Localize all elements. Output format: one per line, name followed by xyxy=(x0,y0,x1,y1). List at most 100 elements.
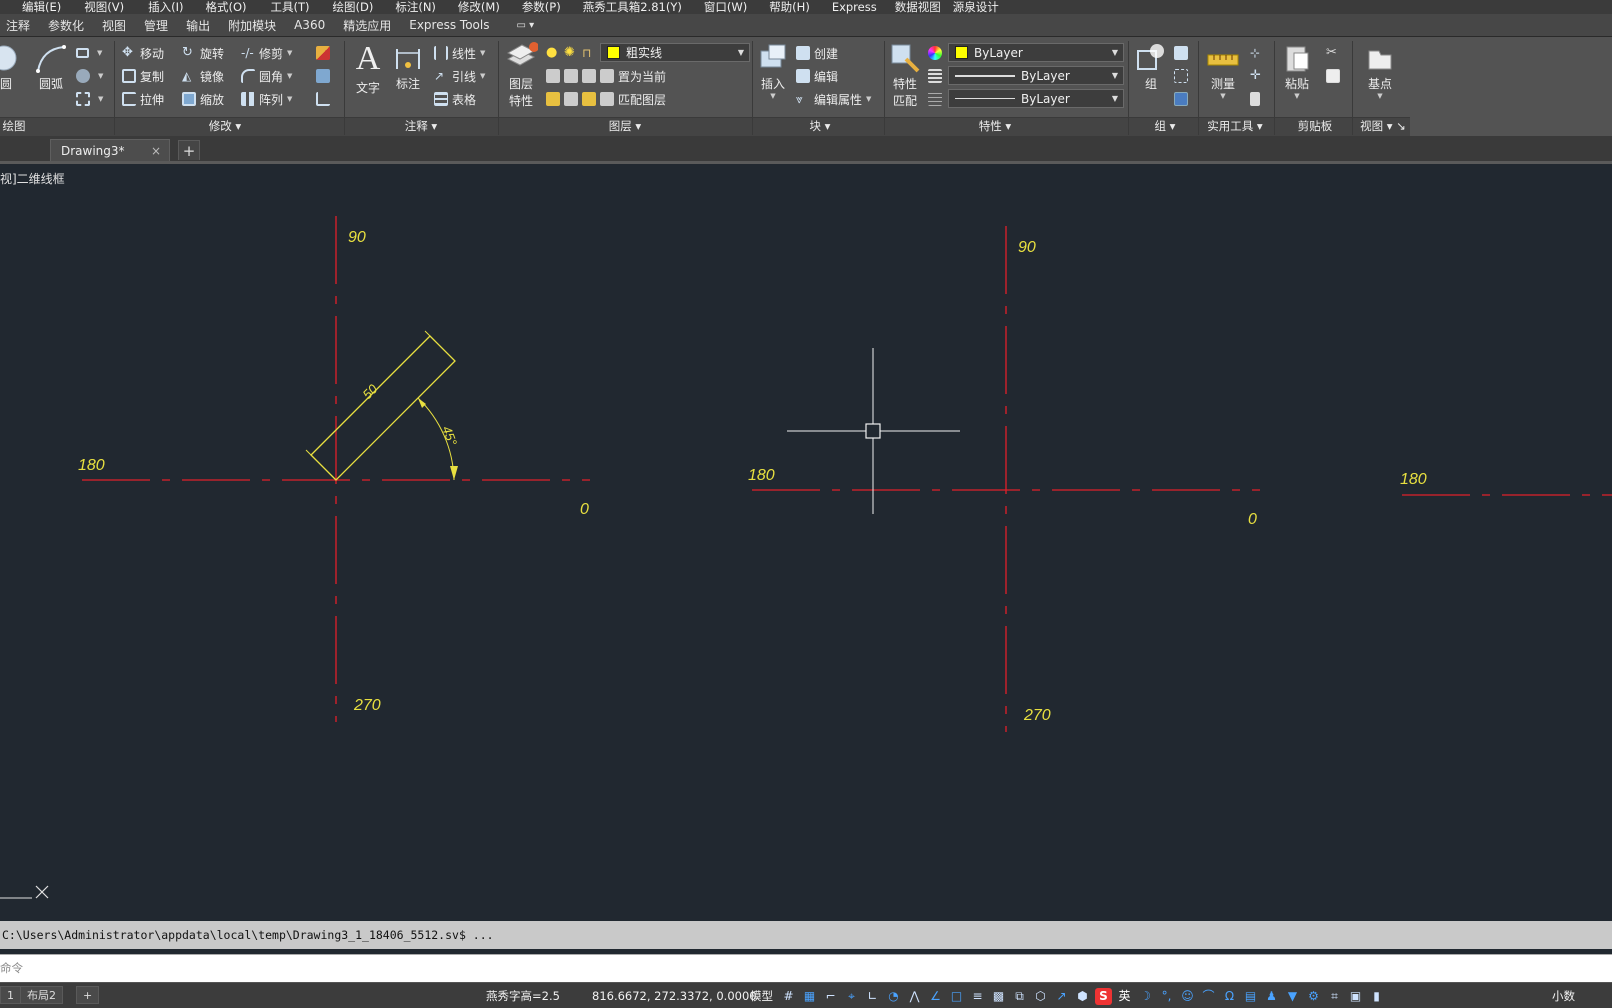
panel-title-view[interactable]: 视图 ▾ ↘ xyxy=(1356,118,1410,135)
array-button[interactable]: 阵列 ▼ xyxy=(241,89,292,109)
panel-title-layers[interactable]: 图层 ▾ xyxy=(590,118,660,135)
copy-button[interactable]: 复制 xyxy=(122,66,164,86)
panel-title-annotation[interactable]: 注释 ▾ xyxy=(386,118,456,135)
menu-data-view[interactable]: 数据视图 xyxy=(895,0,941,14)
panel-title-clipboard[interactable]: 剪贴板 xyxy=(1280,118,1350,135)
panel-title-properties[interactable]: 特性 ▾ xyxy=(960,118,1030,135)
layer-properties-button[interactable]: 图层 特性 xyxy=(504,41,538,109)
3d-osnap-icon[interactable]: ⬡ xyxy=(1032,988,1049,1005)
rotated-rectangle[interactable] xyxy=(310,335,456,481)
customize-icon[interactable]: ▮ xyxy=(1368,988,1385,1005)
isolate-objects-icon[interactable]: ⌗ xyxy=(1326,988,1343,1005)
layer-state-icons[interactable]: ● ✺ ⊓ xyxy=(546,43,600,63)
command-input[interactable] xyxy=(0,955,1612,982)
erase-button[interactable] xyxy=(316,43,334,63)
menu-draw[interactable]: 绘图(D) xyxy=(333,0,374,14)
measure-button[interactable]: 测量 ▼ xyxy=(1204,43,1242,100)
tab-featured-apps[interactable]: 精选应用 xyxy=(334,17,400,34)
cursor-coordinates[interactable]: 816.6672, 272.3372, 0.0000 xyxy=(592,983,757,1008)
layout-tab-1[interactable]: 1 xyxy=(0,986,21,1004)
toolbox-icon[interactable]: ▤ xyxy=(1242,988,1259,1005)
quick-select-button[interactable]: ⊹ xyxy=(1250,43,1268,63)
match-properties-button[interactable]: 特性 匹配 xyxy=(888,43,922,109)
omega-symbol-icon[interactable]: Ω xyxy=(1221,988,1238,1005)
edit-attributes-button[interactable]: ⩔ 编辑属性 ▼ xyxy=(796,89,871,109)
fillet-button[interactable]: 圆角 ▼ xyxy=(241,66,292,86)
close-icon[interactable]: × xyxy=(151,140,161,162)
rotate-button[interactable]: ↻ 旋转 xyxy=(182,43,224,63)
transparency-icon[interactable]: ▩ xyxy=(990,988,1007,1005)
tab-express-tools[interactable]: Express Tools xyxy=(400,18,498,32)
layer-dropdown[interactable]: 粗实线 ▼ xyxy=(600,43,750,62)
text-button[interactable]: A 文字 xyxy=(352,41,384,96)
ortho-icon[interactable]: ∟ xyxy=(864,988,881,1005)
menu-format[interactable]: 格式(O) xyxy=(205,0,246,14)
stretch-button[interactable]: 拉伸 xyxy=(122,89,164,109)
group-edit-button[interactable] xyxy=(1174,43,1192,63)
ungroup-button[interactable] xyxy=(1174,66,1192,86)
tab-view[interactable]: 视图 xyxy=(93,17,135,34)
linetype-dropdown[interactable]: ByLayer ▼ xyxy=(948,66,1124,85)
selection-filter-icon[interactable]: ⬢ xyxy=(1074,988,1091,1005)
menu-view[interactable]: 视图(V) xyxy=(84,0,124,14)
group-button[interactable]: 组 xyxy=(1134,41,1168,92)
menu-modify[interactable]: 修改(M) xyxy=(458,0,500,14)
boundary-button[interactable]: ▼ xyxy=(76,89,103,109)
lineweight-toggle-icon[interactable]: ≡ xyxy=(969,988,986,1005)
ime-language-indicator[interactable]: 英 xyxy=(1116,988,1133,1005)
emoji-icon[interactable]: ☺ xyxy=(1179,988,1196,1005)
punctuation-icon[interactable]: °, xyxy=(1158,988,1175,1005)
paste-button[interactable]: 粘贴 ▼ xyxy=(1280,43,1314,100)
panel-title-draw[interactable]: 绘图 xyxy=(0,118,38,135)
color-wheel-button[interactable] xyxy=(928,43,946,63)
moon-icon[interactable]: ☽ xyxy=(1137,988,1154,1005)
move-button[interactable]: ✥ 移动 xyxy=(122,43,164,63)
hatch-button[interactable]: ▼ xyxy=(76,66,103,86)
selection-cycling-icon[interactable]: ⧉ xyxy=(1011,988,1028,1005)
object-snap-tracking-icon[interactable]: ∠ xyxy=(927,988,944,1005)
linetype-button[interactable] xyxy=(928,89,946,109)
group-select-button[interactable] xyxy=(1174,89,1192,109)
panel-title-groups[interactable]: 组 ▾ xyxy=(1140,118,1190,135)
settings-icon[interactable]: ⚙ xyxy=(1305,988,1322,1005)
menu-yuanquan[interactable]: 源泉设计 xyxy=(953,0,999,14)
drawing-canvas[interactable]: 视]二维线框 90 180 270 0 50 45° 90 180 270 0 … xyxy=(0,164,1612,921)
layer-tools-row-3[interactable]: 匹配图层 xyxy=(546,89,666,109)
panel-title-modify[interactable]: 修改 ▾ xyxy=(190,118,260,135)
ribbon-minimize-icon[interactable]: ▭ ▾ xyxy=(498,20,543,31)
sogou-ime-icon[interactable]: S xyxy=(1095,987,1112,1005)
arc-button[interactable]: 圆弧 xyxy=(34,43,68,92)
scale-button[interactable]: 缩放 xyxy=(182,89,224,109)
leader-button[interactable]: ↗ 引线 ▼ xyxy=(434,66,485,86)
dimension-button[interactable]: 标注 xyxy=(392,43,424,92)
grid-icon[interactable]: # xyxy=(780,988,797,1005)
table-button[interactable]: 表格 xyxy=(434,89,476,109)
point-id-button[interactable]: ✛ xyxy=(1250,66,1268,86)
voice-icon[interactable]: ⌒ xyxy=(1200,988,1217,1005)
dynamic-ucs-icon[interactable]: ↗ xyxy=(1053,988,1070,1005)
layout-tab-2[interactable]: 布局2 xyxy=(20,986,63,1004)
copy-clip-button[interactable] xyxy=(1326,66,1344,86)
menu-dimension[interactable]: 标注(N) xyxy=(395,0,436,14)
tab-a360[interactable]: A360 xyxy=(285,18,334,32)
polar-tracking-icon[interactable]: ◔ xyxy=(885,988,902,1005)
isometric-icon[interactable]: ⋀ xyxy=(906,988,923,1005)
panel-title-utilities[interactable]: 实用工具 ▾ xyxy=(1198,118,1272,135)
file-tab-drawing3[interactable]: Drawing3* × xyxy=(50,139,170,161)
lineweight-dropdown[interactable]: ByLayer ▼ xyxy=(948,89,1124,108)
menu-help[interactable]: 帮助(H) xyxy=(769,0,810,14)
menu-yanxiu-tools[interactable]: 燕秀工具箱2.81(Y) xyxy=(583,0,682,14)
new-tab-button[interactable]: + xyxy=(178,140,200,160)
cut-button[interactable]: ✂ xyxy=(1326,43,1344,63)
base-point-button[interactable]: 基点 ▼ xyxy=(1360,43,1400,100)
mirror-button[interactable]: ◭ 镜像 xyxy=(182,66,224,86)
tab-manage[interactable]: 管理 xyxy=(135,17,177,34)
panel-title-block[interactable]: 块 ▾ xyxy=(790,118,850,135)
command-line[interactable] xyxy=(0,954,1612,982)
menu-edit[interactable]: 编辑(E) xyxy=(22,0,61,14)
tab-annotate[interactable]: 注释 xyxy=(0,17,39,34)
snap-icon[interactable]: ▦ xyxy=(801,988,818,1005)
create-block-button[interactable]: 创建 xyxy=(796,43,838,63)
menu-window[interactable]: 窗口(W) xyxy=(704,0,747,14)
insert-block-button[interactable]: 插入 ▼ xyxy=(756,43,790,100)
